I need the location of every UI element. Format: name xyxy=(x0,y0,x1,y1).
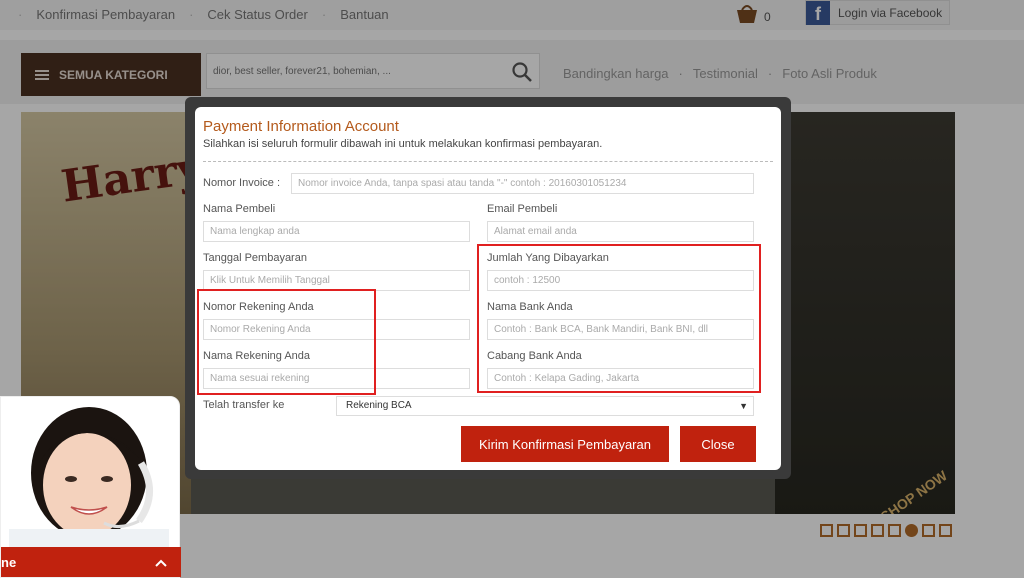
live-chat-widget[interactable]: ne xyxy=(0,396,181,578)
chat-bar-label: ne xyxy=(1,554,17,570)
support-agent-avatar xyxy=(9,403,169,549)
invoice-input[interactable] xyxy=(291,173,754,194)
chevron-up-icon xyxy=(155,555,167,570)
transfer-destination-value: Rekening BCA xyxy=(346,400,412,411)
highlight-box-right xyxy=(477,244,761,393)
invoice-label: Nomor Invoice : xyxy=(203,177,281,189)
submit-confirmation-button[interactable]: Kirim Konfirmasi Pembayaran xyxy=(461,426,669,462)
email-label: Email Pembeli xyxy=(487,203,558,215)
transfer-destination-select[interactable]: Rekening BCA ▼ xyxy=(336,396,754,416)
chat-toggle-bar[interactable]: ne xyxy=(1,547,181,577)
buyer-name-input[interactable] xyxy=(203,221,470,242)
date-input[interactable] xyxy=(203,270,470,291)
highlight-box-left xyxy=(197,289,376,395)
chevron-down-icon: ▼ xyxy=(739,401,748,411)
buyer-name-label: Nama Pembeli xyxy=(203,203,276,215)
transfer-label: Telah transfer ke xyxy=(203,399,285,411)
payment-confirmation-modal: Payment Information Account Silahkan isi… xyxy=(195,107,781,470)
modal-title: Payment Information Account xyxy=(203,118,399,135)
modal-subtitle: Silahkan isi seluruh formulir dibawah in… xyxy=(203,138,603,150)
modal-divider xyxy=(203,161,773,162)
date-label: Tanggal Pembayaran xyxy=(203,252,307,264)
email-input[interactable] xyxy=(487,221,754,242)
close-button[interactable]: Close xyxy=(680,426,756,462)
